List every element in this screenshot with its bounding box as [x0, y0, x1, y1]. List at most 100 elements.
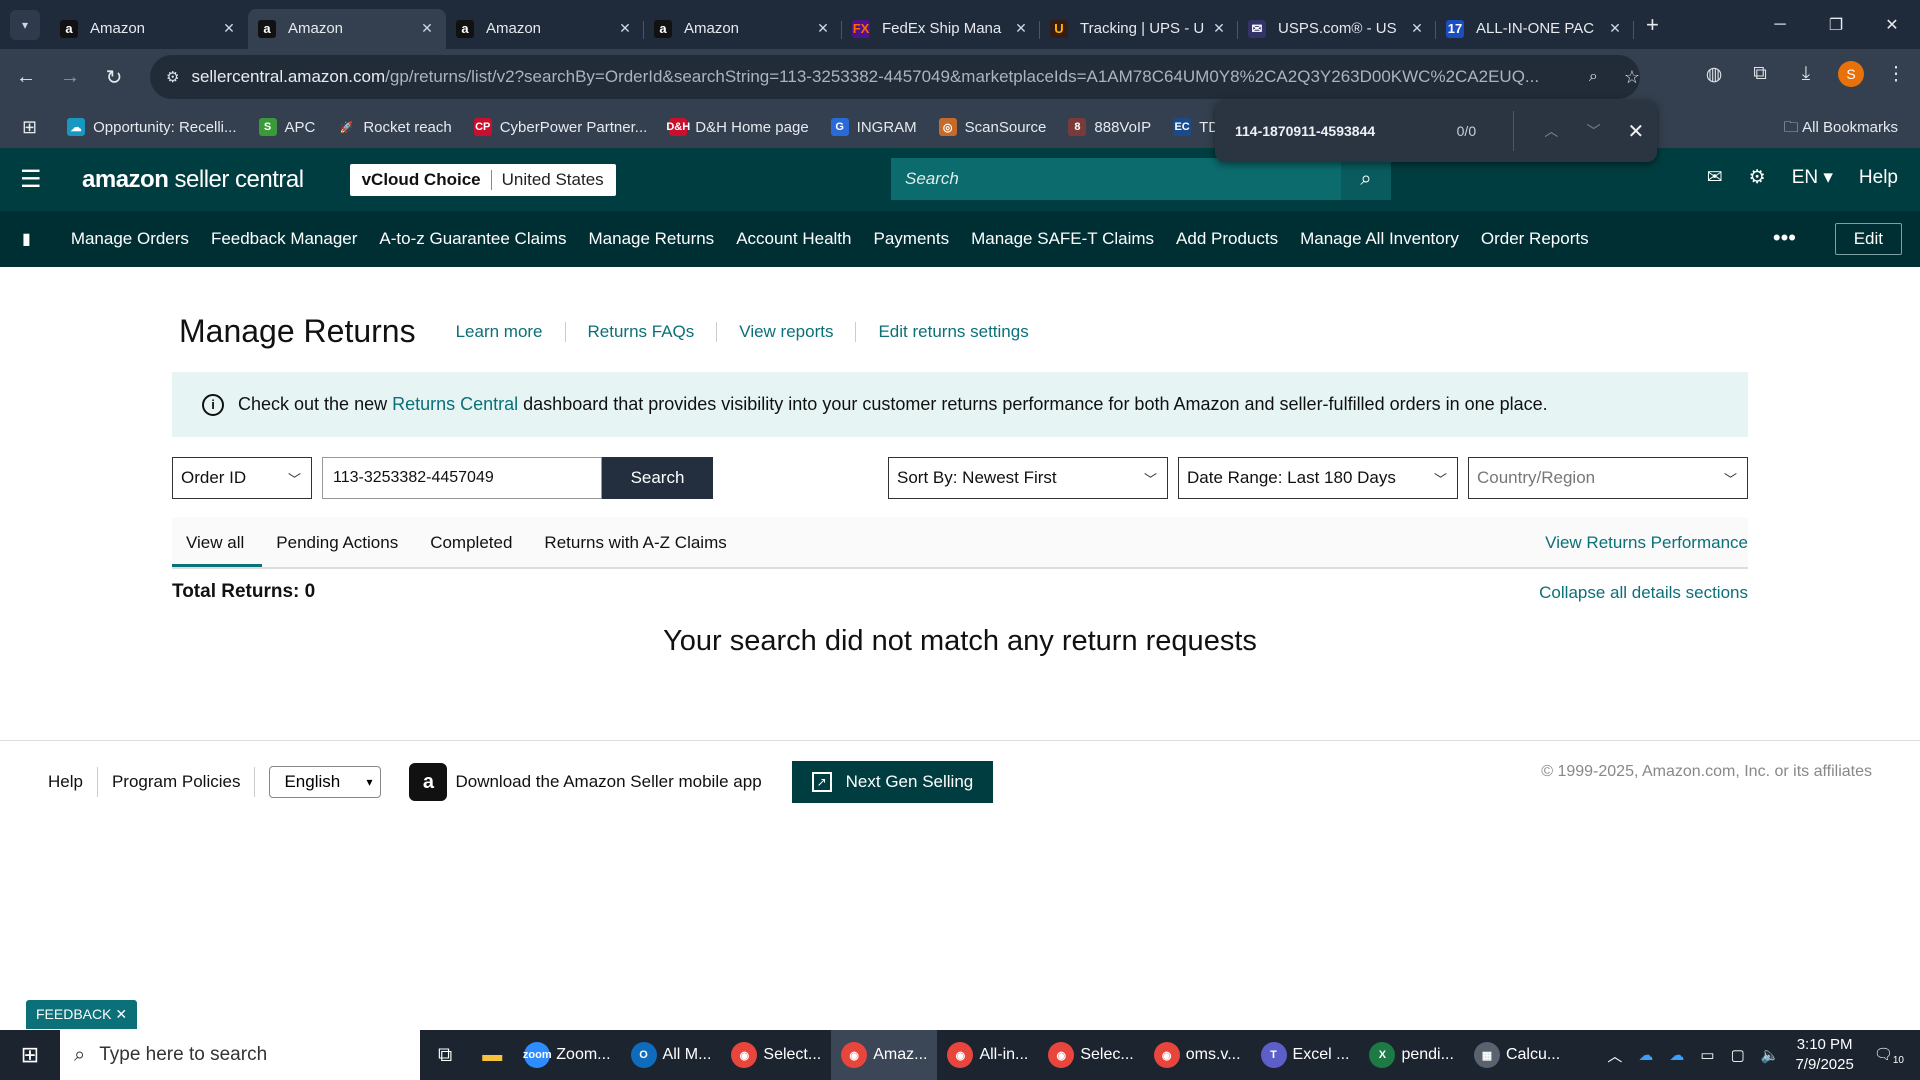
new-tab-button[interactable]: +	[1646, 12, 1659, 38]
bookmark-item[interactable]: ☁ Opportunity: Recelli...	[67, 118, 237, 136]
taskbar-app[interactable]: zoom Zoom...	[514, 1030, 620, 1080]
order-id-input[interactable]: 113-3253382-4457049	[322, 457, 602, 499]
forward-icon[interactable]: →	[52, 66, 88, 89]
tab-completed[interactable]: Completed	[416, 533, 530, 567]
find-input[interactable]: 114-1870911-4593844	[1235, 123, 1419, 139]
more-icon[interactable]: •••	[1773, 225, 1796, 251]
search-button[interactable]: Search	[602, 457, 713, 499]
country-region-select[interactable]: Country/Region ﹀	[1468, 457, 1748, 499]
close-tab-icon[interactable]: ✕	[1210, 20, 1228, 37]
language-selector[interactable]: EN ▾	[1792, 166, 1833, 189]
nav-item[interactable]: Payments	[873, 229, 949, 249]
task-view-icon[interactable]: ⧉	[420, 1030, 470, 1080]
notification-icon[interactable]: 🗨10	[1874, 1045, 1904, 1066]
close-tab-icon[interactable]: ✕	[220, 20, 238, 37]
bookmark-star-icon[interactable]: ☆	[1624, 67, 1640, 88]
volume-icon[interactable]: 🔈	[1761, 1046, 1780, 1064]
download-icon[interactable]: ⤓	[1792, 63, 1820, 85]
clock[interactable]: 3:10 PM 7/9/2025	[1795, 1035, 1853, 1075]
taskbar-app[interactable]: ◉ Selec...	[1038, 1030, 1143, 1080]
close-tab-icon[interactable]: ✕	[418, 20, 436, 37]
returns-central-link[interactable]: Returns Central	[392, 394, 518, 414]
minimize-icon[interactable]: ─	[1752, 16, 1808, 34]
browser-tab[interactable]: 17 ALL-IN-ONE PAC ✕	[1436, 9, 1634, 49]
browser-tab[interactable]: a Amazon ✕	[248, 8, 446, 49]
nav-item[interactable]: Manage Returns	[589, 229, 715, 249]
next-gen-selling-button[interactable]: ↗ Next Gen Selling	[791, 761, 994, 803]
onedrive-icon[interactable]: ☁	[1638, 1046, 1653, 1064]
view-returns-performance-link[interactable]: View Returns Performance	[1545, 533, 1748, 553]
browser-tab[interactable]: a Amazon ✕	[644, 9, 842, 49]
bookmark-icon[interactable]: ▮	[22, 229, 31, 249]
footer-help-link[interactable]: Help	[48, 767, 98, 797]
taskbar-app[interactable]: O All M...	[621, 1030, 722, 1080]
find-next-icon[interactable]: ﹀	[1573, 121, 1615, 141]
browser-tab[interactable]: a Amazon ✕	[50, 9, 248, 49]
tab-view-all[interactable]: View all	[172, 533, 263, 567]
feedback-button[interactable]: FEEDBACK ✕	[26, 1000, 138, 1029]
browser-tab[interactable]: ✉ USPS.com® - US ✕	[1238, 9, 1436, 49]
bookmark-item[interactable]: D&H D&H Home page	[666, 118, 809, 136]
browser-tab[interactable]: a Amazon ✕	[446, 9, 644, 49]
collapse-all-link[interactable]: Collapse all details sections	[1539, 583, 1748, 603]
browser-menu-icon[interactable]: ⋮	[1882, 63, 1910, 86]
nav-item[interactable]: Feedback Manager	[211, 229, 357, 249]
translate-icon[interactable]: ◍	[1700, 63, 1728, 86]
file-explorer-icon[interactable]: ▬	[470, 1030, 514, 1080]
bookmark-item[interactable]: 🚀 Rocket reach	[337, 118, 452, 136]
tray-expand-icon[interactable]: ︿	[1607, 1045, 1622, 1066]
browser-tab[interactable]: U Tracking | UPS - U ✕	[1040, 9, 1238, 49]
windows-start-icon[interactable]: ⊞	[0, 1042, 60, 1068]
taskbar-app[interactable]: ◉ Amaz...	[831, 1030, 938, 1080]
browser-tab[interactable]: FX FedEx Ship Mana ✕	[842, 9, 1040, 49]
find-close-icon[interactable]: ✕	[1615, 119, 1657, 144]
help-link[interactable]: Help	[1859, 167, 1898, 189]
search-by-select[interactable]: Order ID ﹀	[172, 457, 312, 499]
date-range-select[interactable]: Date Range: Last 180 Days ﹀	[1178, 457, 1458, 499]
seller-app-icon[interactable]: a	[409, 763, 448, 801]
bookmark-item[interactable]: ◎ ScanSource	[938, 118, 1046, 136]
sort-by-select[interactable]: Sort By: Newest First ﹀	[888, 457, 1168, 499]
view-reports-link[interactable]: View reports	[717, 321, 857, 342]
taskbar-app[interactable]: Xpendi...	[1359, 1030, 1463, 1080]
onedrive-business-icon[interactable]: ☁	[1669, 1046, 1684, 1064]
tab-search-button[interactable]: ▾	[10, 9, 40, 40]
find-in-page-icon[interactable]: ⌕	[1589, 68, 1598, 86]
restore-icon[interactable]: ❐	[1808, 15, 1864, 35]
site-settings-icon[interactable]: ⚙	[166, 68, 179, 86]
edit-returns-settings-link[interactable]: Edit returns settings	[856, 322, 1050, 342]
learn-more-link[interactable]: Learn more	[434, 321, 566, 342]
tab-pending-actions[interactable]: Pending Actions	[262, 533, 416, 567]
find-prev-icon[interactable]: ︿	[1530, 121, 1572, 141]
seller-central-logo[interactable]: amazon seller central	[82, 166, 304, 194]
gear-icon[interactable]: ⚙	[1749, 166, 1766, 189]
back-icon[interactable]: ←	[8, 66, 44, 89]
search-icon[interactable]: ⌕	[1341, 158, 1391, 200]
account-switcher[interactable]: vCloud Choice United States	[349, 163, 616, 196]
mail-icon[interactable]: ✉	[1707, 166, 1723, 189]
profile-avatar[interactable]: S	[1838, 61, 1864, 87]
nav-item[interactable]: Manage All Inventory	[1300, 229, 1459, 249]
close-window-icon[interactable]: ✕	[1864, 15, 1920, 35]
taskbar-search[interactable]: ⌕ Type here to search	[60, 1030, 420, 1080]
nav-item[interactable]: Add Products	[1176, 229, 1278, 249]
bookmark-item[interactable]: EC TD	[1173, 118, 1219, 136]
bookmark-item[interactable]: S APC	[258, 118, 315, 136]
tab-returns-az-claims[interactable]: Returns with A-Z Claims	[530, 533, 744, 567]
edit-nav-button[interactable]: Edit	[1834, 223, 1902, 255]
nav-item[interactable]: Account Health	[736, 229, 851, 249]
nav-item[interactable]: A-to-z Guarantee Claims	[379, 229, 566, 249]
taskbar-app[interactable]: ▦ Calcu...	[1464, 1030, 1570, 1080]
menu-icon[interactable]: ☰	[20, 165, 60, 194]
footer-language-select[interactable]: English ▾	[269, 766, 382, 798]
storage-icon[interactable]: ▭	[1700, 1046, 1714, 1064]
close-tab-icon[interactable]: ✕	[1012, 20, 1030, 37]
nav-item[interactable]: Order Reports	[1481, 229, 1589, 249]
taskbar-app[interactable]: ◉ oms.v...	[1144, 1030, 1251, 1080]
reload-icon[interactable]: ↻	[96, 65, 132, 90]
apps-grid-icon[interactable]: ⊞	[22, 117, 37, 138]
close-tab-icon[interactable]: ✕	[1408, 20, 1426, 37]
close-tab-icon[interactable]: ✕	[616, 20, 634, 37]
returns-faqs-link[interactable]: Returns FAQs	[566, 321, 718, 342]
bookmark-item[interactable]: G INGRAM	[830, 118, 917, 136]
